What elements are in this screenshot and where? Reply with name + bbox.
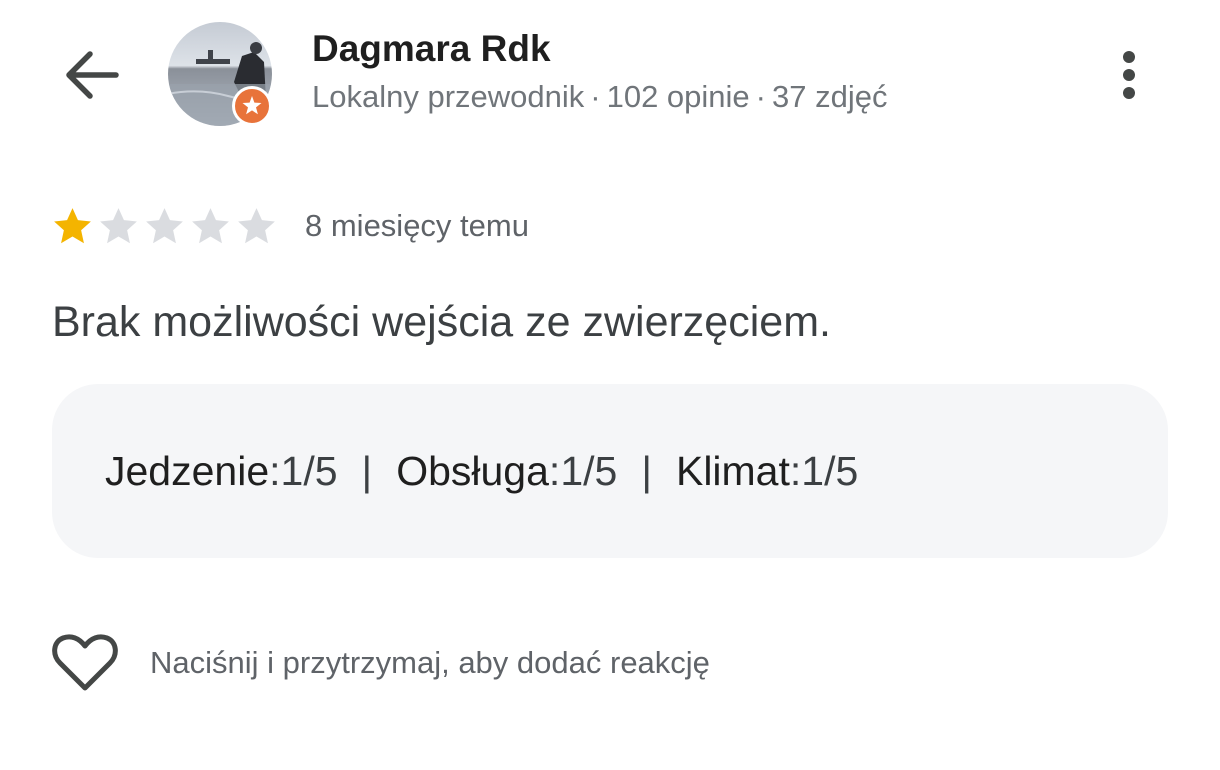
review-detail-page: Dagmara Rdk Lokalny przewodnik · 102 opini… (0, 0, 1220, 770)
user-info: Dagmara Rdk Lokalny przewodnik · 102 opini… (312, 26, 887, 118)
aspect-separator: | (641, 447, 652, 494)
arrow-left-icon (66, 51, 119, 99)
review-text: Brak możliwości wejścia ze zwierzęciem. (52, 298, 831, 346)
aspect-label-food: Jedzenie (105, 447, 270, 494)
star-rating (50, 204, 279, 249)
more-vert-icon-dot (1123, 51, 1135, 63)
aspect-value-food: 1/5 (280, 447, 338, 494)
star-filled-icon (54, 207, 91, 243)
rating-row: 8 miesięcy temu (50, 202, 529, 250)
heart-outline-icon (52, 634, 118, 691)
star-empty-icon (146, 207, 183, 243)
reaction-row: Naciśnij i przytrzymaj, aby dodać reakcj… (50, 628, 710, 698)
reviews-count: 102 opinie (606, 79, 750, 114)
reaction-button[interactable] (50, 628, 120, 698)
star-empty-icon (100, 207, 137, 243)
meta-separator: · (755, 79, 766, 114)
star-empty-icon (192, 207, 229, 243)
more-vert-icon-dot (1123, 87, 1135, 99)
aspect-label-service: Obsługa (396, 447, 549, 494)
more-options-button[interactable] (1104, 40, 1154, 110)
reaction-hint: Naciśnij i przytrzymaj, aby dodać reakcj… (150, 645, 710, 680)
star-empty-icon (238, 207, 275, 243)
aspect-colon: : (789, 447, 802, 494)
aspect-colon: : (548, 447, 561, 494)
user-name[interactable]: Dagmara Rdk (312, 26, 887, 72)
avatar[interactable] (168, 22, 272, 126)
more-vert-icon-dot (1123, 69, 1135, 81)
aspect-colon: : (269, 447, 281, 494)
aspect-ratings: Jedzenie: 1/5 | Obsługa: 1/5 | Klimat: 1… (52, 384, 1168, 558)
aspect-separator: | (361, 447, 373, 494)
aspect-value-atmosphere: 1/5 (801, 447, 859, 494)
back-button[interactable] (56, 40, 126, 110)
user-meta: Lokalny przewodnik · 102 opinie · 37 zdjęć (312, 76, 887, 118)
local-guide-badge (232, 86, 272, 126)
review-time: 8 miesięcy temu (305, 208, 529, 243)
aspect-value-service: 1/5 (560, 447, 618, 494)
aspect-label-atmosphere: Klimat (675, 447, 790, 494)
user-level: Lokalny przewodnik (312, 79, 585, 114)
photos-count: 37 zdjęć (772, 79, 888, 114)
local-guide-star-icon (242, 96, 262, 115)
meta-separator: · (590, 79, 601, 114)
